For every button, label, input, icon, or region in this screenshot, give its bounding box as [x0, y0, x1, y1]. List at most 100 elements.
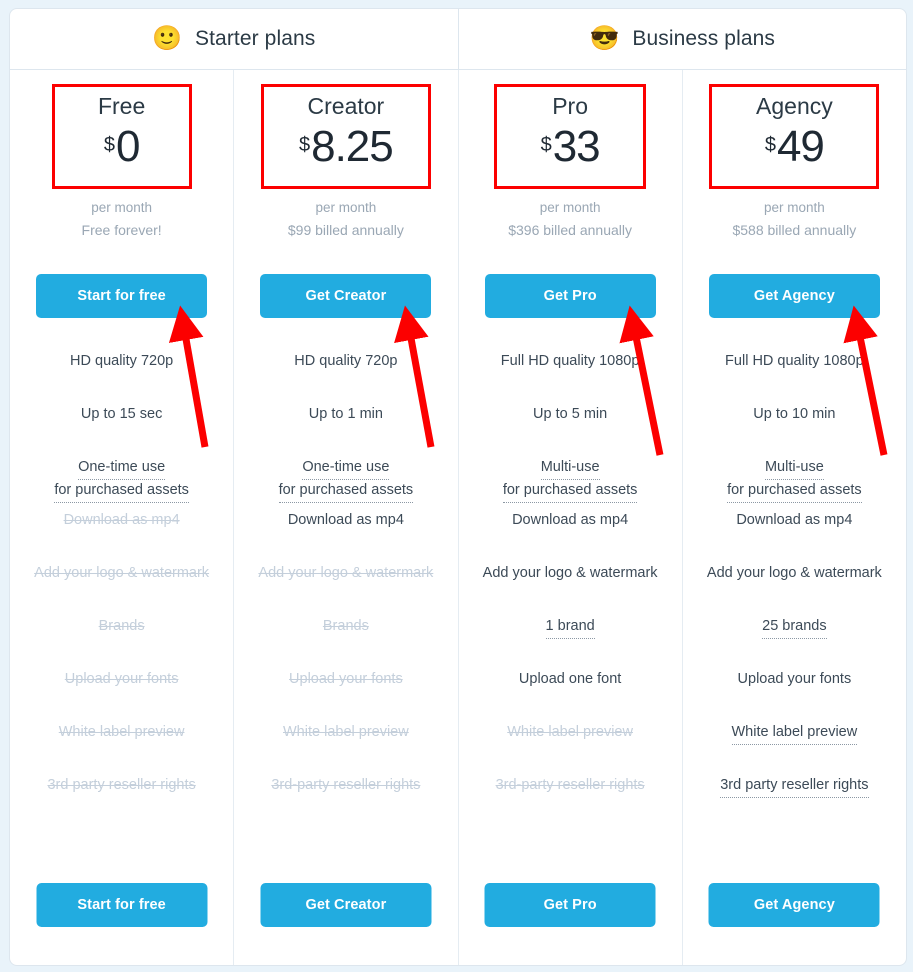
- feature-text: for purchased assets: [727, 480, 862, 504]
- feature-text: 25 brands: [762, 616, 827, 640]
- feature-text: Download as mp4: [287, 512, 404, 528]
- cta-button-top[interactable]: Get Creator: [260, 274, 432, 318]
- plan-column-creator: Creator $ 8.25 per month $99 billed annu…: [233, 70, 457, 965]
- feature-item: Multi-use for purchased assets: [502, 457, 638, 510]
- feature-item: Full HD quality 1080p: [725, 351, 864, 404]
- plan-group-label: Business plans: [632, 27, 776, 50]
- feature-item: White label preview: [731, 722, 858, 775]
- price-highlight-box: Agency $ 49: [709, 84, 880, 189]
- feature-item: Multi-use for purchased assets: [727, 457, 862, 510]
- cta-button-top[interactable]: Get Pro: [484, 274, 656, 318]
- feature-text: Add your logo & watermark: [482, 565, 658, 581]
- feature-item: HD quality 720p: [70, 351, 173, 404]
- pricing-page: 🙂 Starter plans 😎 Business plans Free $ …: [0, 0, 913, 972]
- plan-columns: Free $ 0 per month Free forever! Start f…: [10, 70, 906, 965]
- plan-name: Free: [97, 93, 146, 119]
- feature-item: Download as mp4: [736, 510, 852, 563]
- feature-item: One-time use for purchased assets: [278, 457, 414, 510]
- feature-list: Full HD quality 1080p Up to 10 min Multi-u…: [693, 351, 896, 828]
- per-month-label: per month: [539, 200, 601, 215]
- feature-item: 25 brands: [762, 616, 827, 669]
- feature-text: Up to 1 min: [308, 406, 383, 422]
- feature-text: Download as mp4: [63, 512, 180, 528]
- feature-text: White label preview: [58, 724, 185, 740]
- feature-text: for purchased assets: [502, 480, 638, 504]
- feature-item: 3rd party reseller rights: [720, 775, 869, 828]
- cta-button-bottom[interactable]: Get Pro: [484, 883, 656, 927]
- feature-text: HD quality 720p: [70, 353, 174, 369]
- feature-text: Add your logo & watermark: [34, 565, 210, 581]
- feature-item: 3rd party reseller rights: [47, 775, 195, 828]
- feature-item: Add your logo & watermark: [707, 563, 882, 616]
- feature-text: One-time use: [302, 457, 390, 481]
- feature-text: 1 brand: [545, 616, 595, 640]
- feature-text: for purchased assets: [278, 480, 414, 504]
- feature-text: Full HD quality 1080p: [725, 353, 864, 369]
- feature-item: Add your logo & watermark: [258, 563, 433, 616]
- price-amount: 33: [552, 122, 601, 172]
- feature-text: 3rd party reseller rights: [720, 775, 869, 799]
- feature-text: HD quality 720p: [294, 353, 398, 369]
- per-month-label: per month: [91, 200, 153, 215]
- price: $ 49: [764, 122, 825, 172]
- price-highlight-box: Creator $ 8.25: [260, 84, 431, 189]
- price-amount: 49: [776, 122, 825, 172]
- feature-item: HD quality 720p: [294, 351, 397, 404]
- cta-button-bottom[interactable]: Get Agency: [708, 883, 880, 927]
- feature-list: HD quality 720p Up to 1 min One-time use fo…: [244, 351, 447, 828]
- plan-group-business: 😎 Business plans: [457, 9, 907, 69]
- billing-note: Free forever!: [81, 222, 162, 238]
- price-amount: 8.25: [311, 122, 394, 172]
- cta-button-top[interactable]: Get Agency: [708, 274, 880, 318]
- feature-text: 3rd-party reseller rights: [495, 777, 645, 793]
- feature-item: Up to 5 min: [533, 404, 607, 457]
- feature-text: Download as mp4: [512, 512, 629, 528]
- feature-item: One-time use for purchased assets: [54, 457, 189, 510]
- pricing-table-card: 🙂 Starter plans 😎 Business plans Free $ …: [9, 8, 907, 966]
- currency-symbol: $: [540, 134, 552, 157]
- slightly-smiling-face-icon: 🙂: [152, 25, 183, 52]
- feature-item: 3rd-party reseller rights: [496, 775, 645, 828]
- billing-note: $396 billed annually: [508, 222, 632, 238]
- plan-column-free: Free $ 0 per month Free forever! Start f…: [10, 70, 233, 965]
- feature-item: Download as mp4: [512, 510, 628, 563]
- price-amount: 0: [115, 122, 141, 172]
- feature-text: One-time use: [78, 457, 166, 481]
- plan-column-pro: Pro $ 33 per month $396 billed annually …: [457, 70, 682, 965]
- feature-text: for purchased assets: [54, 480, 189, 504]
- feature-text: Upload one font: [518, 671, 622, 687]
- feature-list: HD quality 720p Up to 15 sec One-time use f…: [20, 351, 223, 828]
- feature-item: Brands: [99, 616, 145, 669]
- feature-item: Add your logo & watermark: [483, 563, 658, 616]
- feature-text: Upload your fonts: [289, 671, 403, 687]
- feature-item: Download as mp4: [288, 510, 404, 563]
- price: $ 8.25: [298, 122, 394, 172]
- plan-name: Creator: [307, 93, 385, 119]
- currency-symbol: $: [298, 134, 311, 157]
- feature-item: White label preview: [59, 722, 185, 775]
- feature-item: Upload one font: [519, 669, 621, 722]
- currency-symbol: $: [103, 134, 115, 157]
- feature-item: Download as mp4: [64, 510, 180, 563]
- feature-item: Add your logo & watermark: [34, 563, 209, 616]
- currency-symbol: $: [764, 134, 776, 157]
- feature-text: Multi-use: [540, 457, 600, 481]
- per-month-label: per month: [763, 200, 825, 215]
- feature-text: Add your logo & watermark: [706, 565, 882, 581]
- cta-button-top[interactable]: Start for free: [36, 274, 208, 318]
- feature-item: Up to 10 min: [753, 404, 835, 457]
- feature-text: 3rd-party reseller rights: [271, 777, 421, 793]
- feature-text: Upload your fonts: [64, 671, 179, 687]
- feature-text: Up to 5 min: [533, 406, 608, 422]
- cta-button-bottom[interactable]: Start for free: [36, 883, 208, 927]
- feature-item: Upload your fonts: [65, 669, 179, 722]
- feature-item: White label preview: [507, 722, 633, 775]
- feature-item: Brands: [323, 616, 369, 669]
- plan-name: Agency: [756, 93, 833, 119]
- feature-text: Add your logo & watermark: [258, 565, 434, 581]
- price-highlight-box: Pro $ 33: [494, 84, 647, 189]
- feature-item: 1 brand: [545, 616, 595, 669]
- cta-button-bottom[interactable]: Get Creator: [260, 883, 432, 927]
- plan-column-agency: Agency $ 49 per month $588 billed annual…: [681, 70, 906, 965]
- feature-text: Download as mp4: [736, 512, 853, 528]
